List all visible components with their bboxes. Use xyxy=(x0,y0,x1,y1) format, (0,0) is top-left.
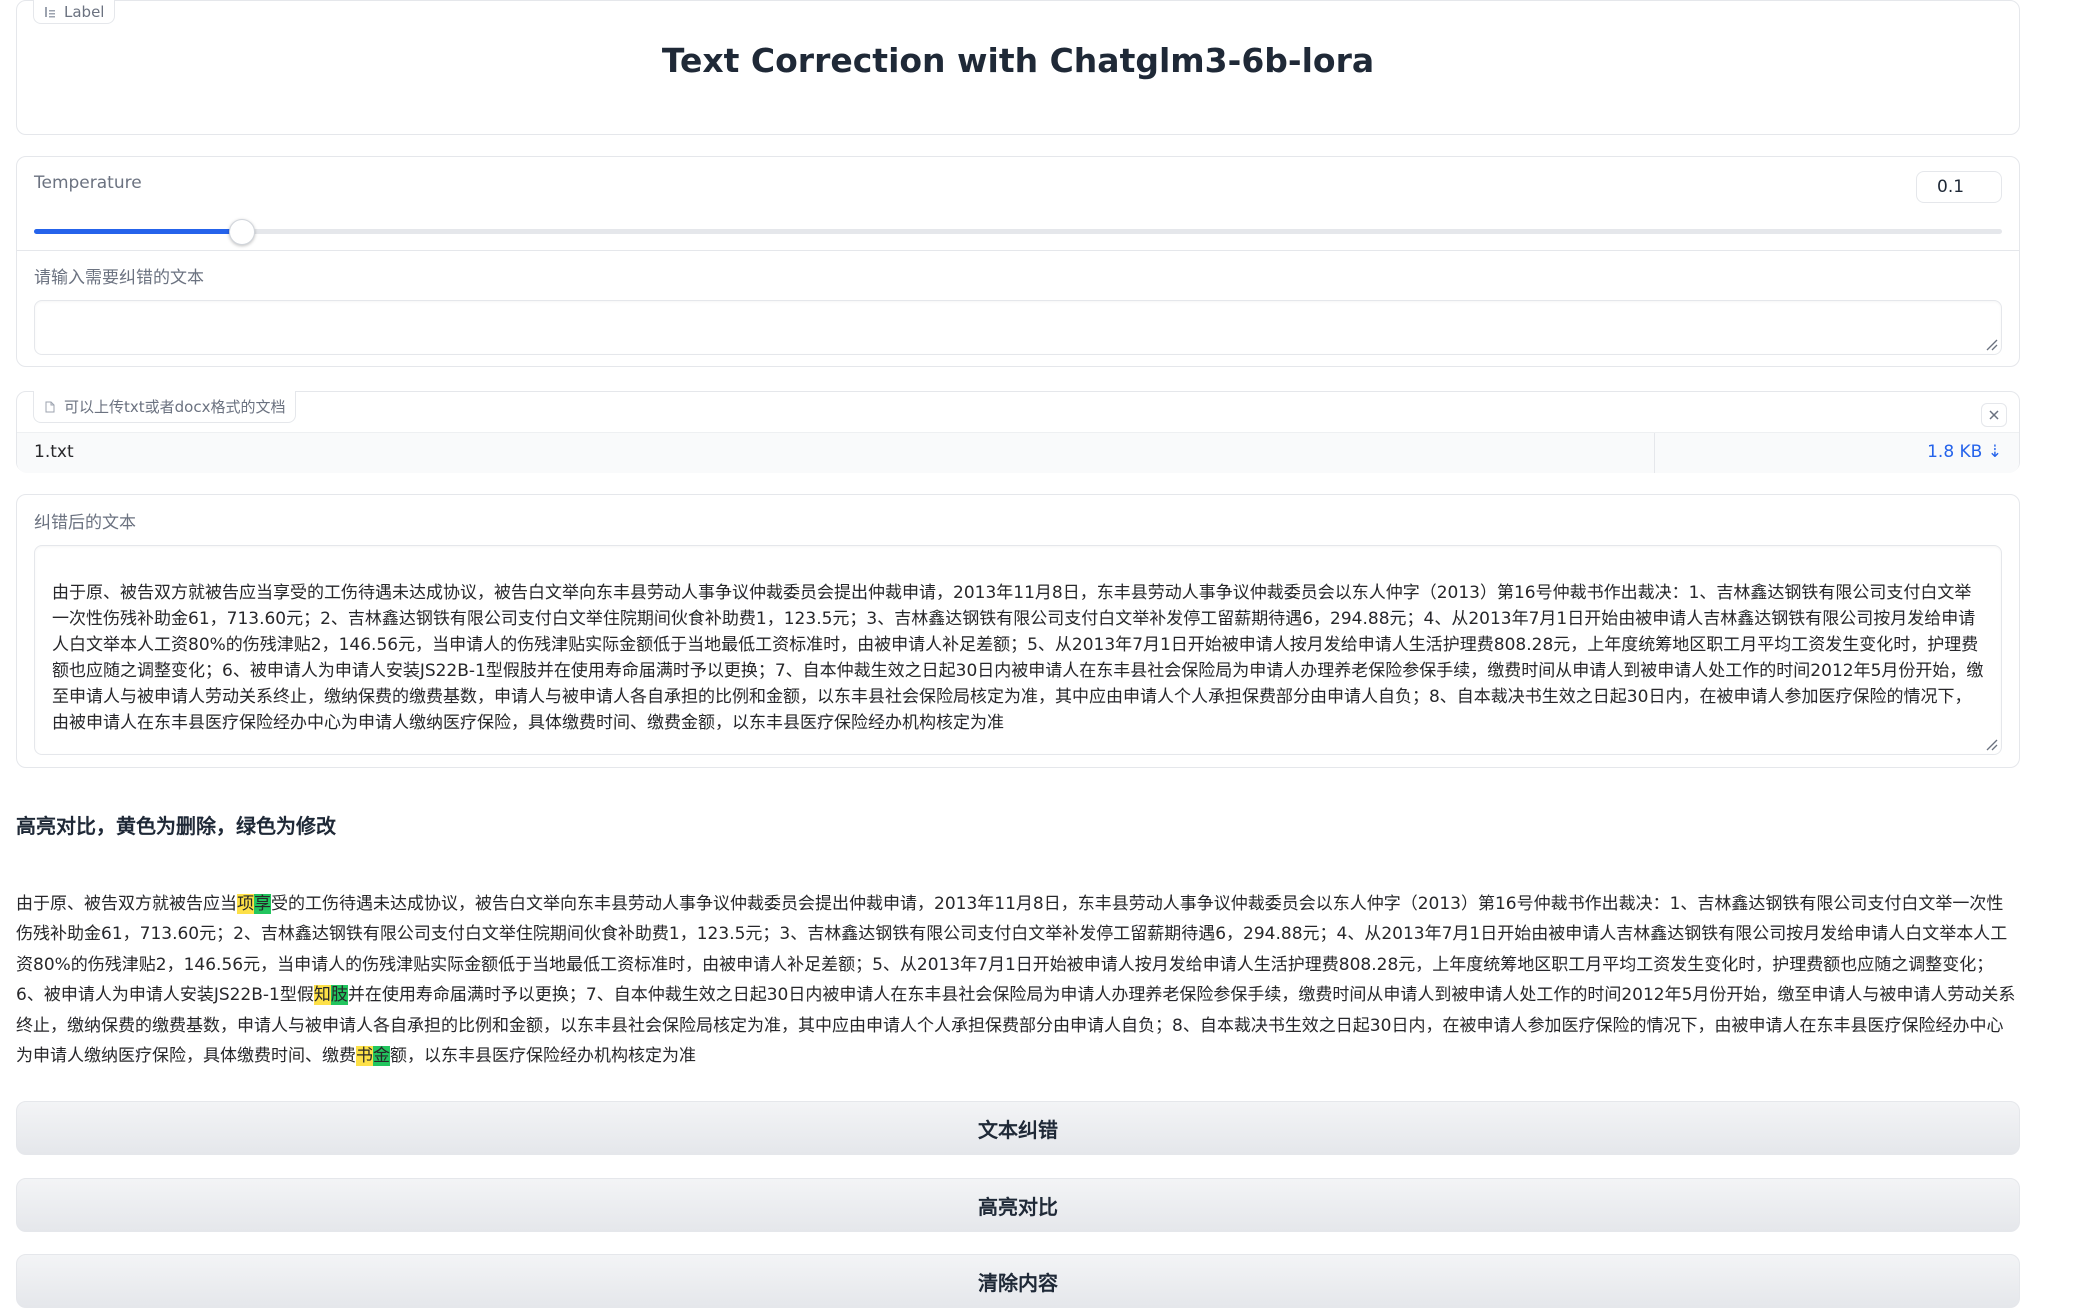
deleted-highlight: 书 xyxy=(356,1046,373,1067)
resize-handle-icon[interactable] xyxy=(1984,337,1998,351)
text-correction-button[interactable]: 文本纠错 xyxy=(16,1101,2020,1155)
upload-chip: 可以上传txt或者docx格式的文档 xyxy=(33,391,297,423)
clear-content-button[interactable]: 清除内容 xyxy=(16,1254,2020,1308)
settings-block: Temperature 0.1 请输入需要纠错的文本 xyxy=(16,156,2020,367)
output-block: 纠错后的文本 由于原、被告双方就被告应当享受的工伤待遇未达成协议，被告白文举向东… xyxy=(16,494,2020,768)
temperature-slider[interactable] xyxy=(34,219,2002,245)
deleted-highlight: 知 xyxy=(313,985,331,1006)
text-segment: 额，以东丰县医疗保险经办机构核定为准 xyxy=(390,1046,696,1067)
output-label: 纠错后的文本 xyxy=(34,513,136,533)
slider-thumb[interactable] xyxy=(228,219,255,245)
title-block: Label Text Correction with Chatglm3-6b-l… xyxy=(16,0,2020,135)
remove-file-button[interactable] xyxy=(1981,403,2007,427)
file-size-download-link[interactable]: 1.8 KB ⇣ xyxy=(1927,442,2002,462)
text-segment: 由于原、被告双方就被告应当 xyxy=(16,894,237,914)
upload-block: 可以上传txt或者docx格式的文档 1.txt 1.8 KB ⇣ xyxy=(16,391,2020,473)
deleted-highlight: 项 xyxy=(237,894,254,914)
divider xyxy=(17,250,2019,251)
file-icon xyxy=(45,401,55,412)
highlight-compare-button[interactable]: 高亮对比 xyxy=(16,1178,2020,1232)
output-text: 由于原、被告双方就被告应当享受的工伤待遇未达成协议，被告白文举向东丰县劳动人事争… xyxy=(52,583,1984,733)
input-textarea[interactable] xyxy=(34,300,2002,355)
file-row-separator xyxy=(1654,433,1655,473)
resize-handle-icon[interactable] xyxy=(1984,737,1998,751)
modified-highlight: 享 xyxy=(254,894,271,914)
temperature-number-input[interactable]: 0.1 xyxy=(1916,171,2002,203)
temperature-value: 0.1 xyxy=(1937,177,1965,197)
slider-fill xyxy=(34,229,241,234)
modified-highlight: 金 xyxy=(373,1046,390,1067)
file-row[interactable]: 1.txt 1.8 KB ⇣ xyxy=(17,432,2019,473)
output-textarea[interactable]: 由于原、被告双方就被告应当享受的工伤待遇未达成协议，被告白文举向东丰县劳动人事争… xyxy=(34,545,2002,755)
label-icon xyxy=(45,6,55,17)
modified-highlight: 肢 xyxy=(330,985,348,1006)
compare-heading: 高亮对比，黄色为删除，绿色为修改 xyxy=(16,814,336,838)
label-chip-text: Label xyxy=(64,2,105,21)
upload-chip-text: 可以上传txt或者docx格式的文档 xyxy=(64,398,286,416)
compare-text: 由于原、被告双方就被告应当项享受的工伤待遇未达成协议，被告白文举向东丰县劳动人事… xyxy=(16,889,2020,1071)
file-name: 1.txt xyxy=(34,442,74,462)
label-chip: Label xyxy=(33,0,116,24)
page-title: Text Correction with Chatglm3-6b-lora xyxy=(661,41,1375,80)
slider-track xyxy=(34,229,2002,234)
temperature-label: Temperature xyxy=(34,173,142,193)
close-icon xyxy=(1989,410,1999,420)
input-label: 请输入需要纠错的文本 xyxy=(34,268,204,288)
